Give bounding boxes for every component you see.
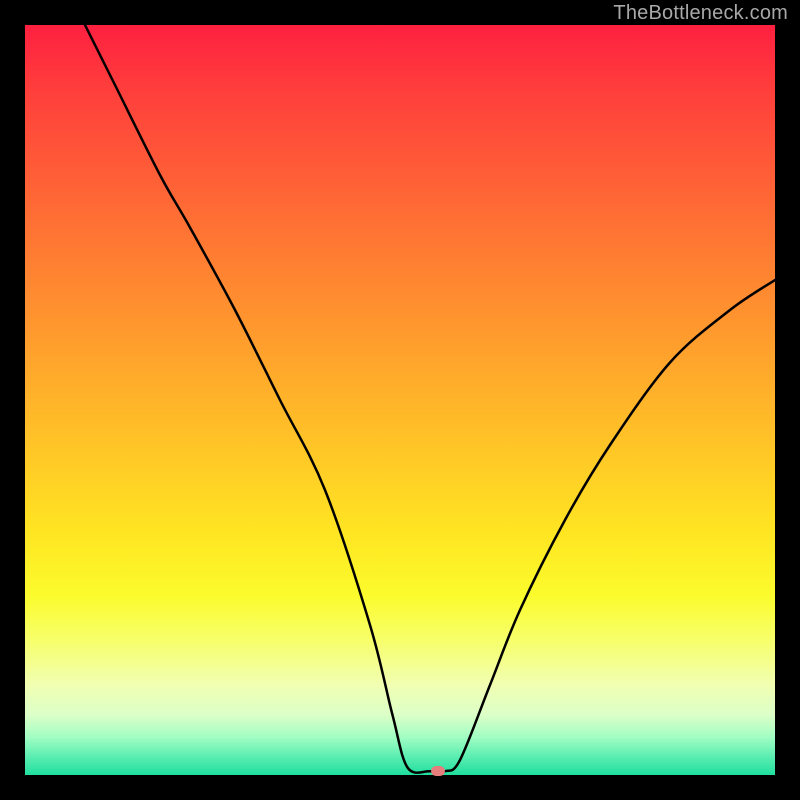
- chart-frame: TheBottleneck.com: [0, 0, 800, 800]
- curve-svg: [25, 25, 775, 775]
- watermark-label: TheBottleneck.com: [613, 2, 788, 25]
- bottleneck-curve: [85, 25, 775, 773]
- optimum-marker: [431, 766, 445, 776]
- plot-area: [25, 25, 775, 775]
